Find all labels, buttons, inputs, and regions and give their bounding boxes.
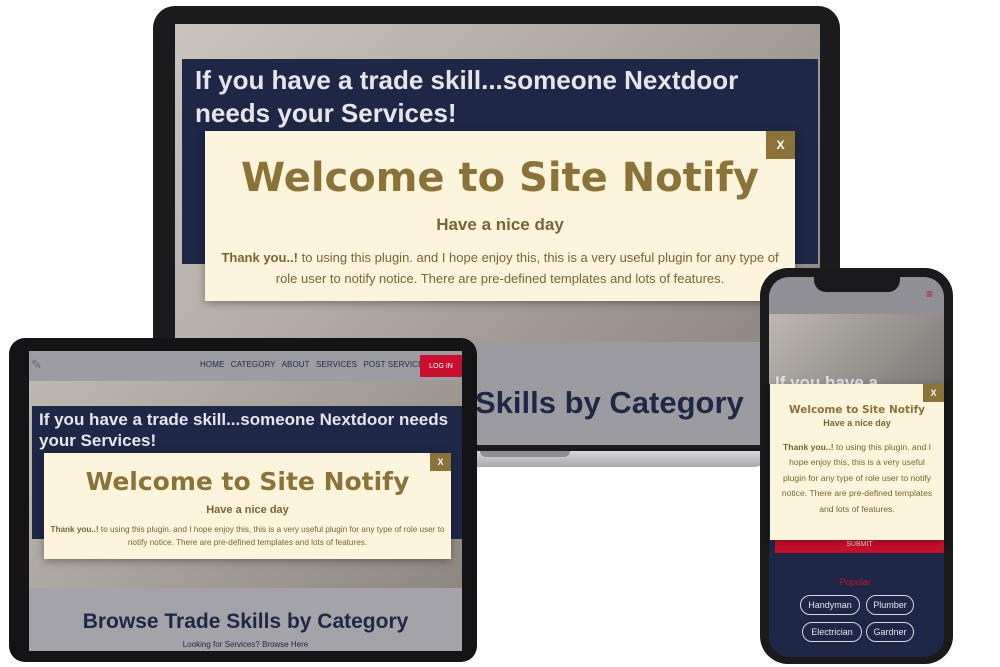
browse-heading: Browse Trade Skills by Category [82,610,409,633]
popup-title: Welcome to Site Notify [789,404,925,416]
site-logo-icon[interactable]: ✎ [31,357,49,373]
popup-subtitle: Have a nice day [436,215,564,234]
close-button[interactable]: X [923,384,944,402]
popular-tag-handyman[interactable]: Handyman [800,595,860,615]
popup-message-text: to using this plugin. and I hope enjoy t… [781,442,933,514]
popup-message-bold: Thank you..! [50,525,99,534]
popular-tag-electrician[interactable]: Electrician [802,622,862,642]
browse-heading: Skills by Category [475,385,744,420]
nav-item-about[interactable]: ABOUT [282,360,310,369]
notify-popup-phone: X Welcome to Site Notify Have a nice day… [770,384,944,540]
browse-subheading: Looking for Services? Browse Here [182,640,309,649]
notify-popup-laptop: X Welcome to Site Notify Have a nice day… [205,131,795,301]
popup-title: Welcome to Site Notify [85,467,410,496]
popup-message-text: to using this plugin. and I hope enjoy t… [275,250,779,286]
popular-tag-plumber[interactable]: Plumber [866,595,914,615]
nav-item-category[interactable]: CATEGORY [231,360,276,369]
popup-message: Thank you..! to using this plugin. and I… [215,247,785,289]
popup-message: Thank you..! to using this plugin. and I… [780,440,934,517]
popup-message: Thank you..! to using this plugin. and I… [50,523,445,549]
popular-label: Popular: [839,577,874,587]
nav-item-home[interactable]: HOME [200,360,224,369]
popup-message-bold: Thank you..! [221,250,298,265]
phone-notch [814,277,900,292]
popup-message-text: to using this plugin. and I hope enjoy t… [98,525,445,547]
login-button[interactable]: LOG IN [420,355,462,377]
laptop-notch [480,451,570,457]
hero-headline: If you have a trade skill...someone Next… [195,65,739,128]
nav-item-services[interactable]: SERVICES [316,360,357,369]
popup-subtitle: Have a nice day [823,418,891,428]
popup-title: Welcome to Site Notify [241,155,759,201]
popup-message-bold: Thank you..! [782,442,834,452]
hamburger-menu-icon[interactable]: ≡ [926,287,933,301]
popup-subtitle: Have a nice day [206,504,289,516]
hero-headline: If you have a trade skill...someone Next… [39,410,449,450]
popular-tag-gardner[interactable]: Gardner [866,622,914,642]
notify-popup-tablet: X Welcome to Site Notify Have a nice day… [44,453,451,559]
